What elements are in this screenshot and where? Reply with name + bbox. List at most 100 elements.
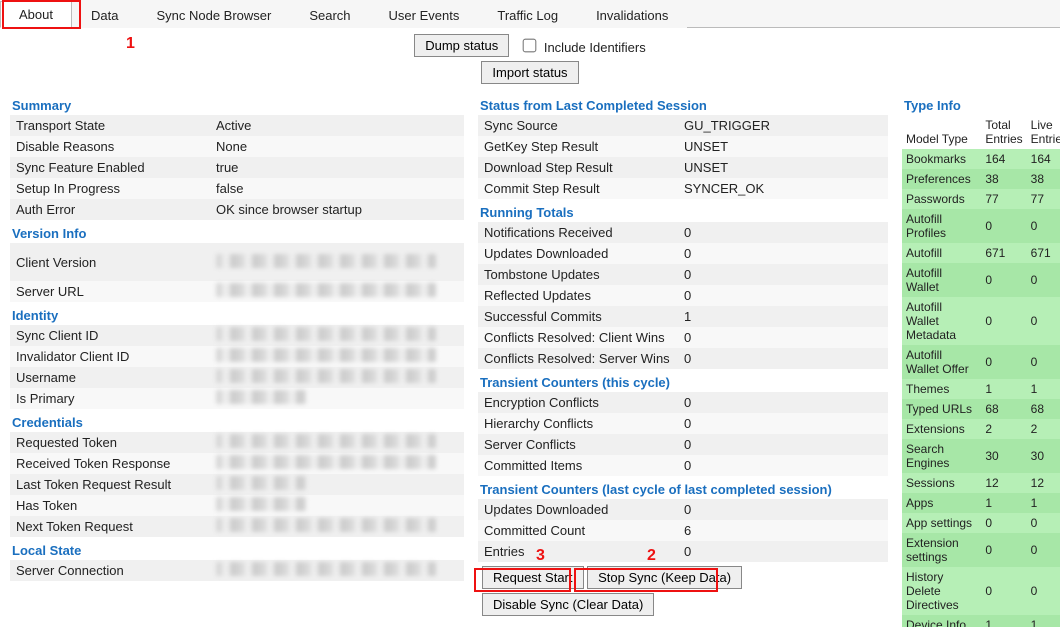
type-row: Passwords7777 bbox=[902, 189, 1060, 209]
kv-row: Successful Commits1 bbox=[478, 306, 888, 327]
kv-value bbox=[216, 390, 464, 407]
kv-row: Setup In Progressfalse bbox=[10, 178, 464, 199]
disable-sync-clear-data-button[interactable]: Disable Sync (Clear Data) bbox=[482, 593, 654, 616]
kv-value: None bbox=[216, 139, 464, 154]
include-identifiers-label[interactable]: Include Identifiers bbox=[519, 36, 646, 55]
kv-key: Username bbox=[16, 370, 216, 385]
kv-key: Sync Source bbox=[484, 118, 684, 133]
kv-key: Server Connection bbox=[16, 563, 216, 578]
redacted-value bbox=[216, 518, 436, 532]
tab-data[interactable]: Data bbox=[72, 2, 137, 28]
kv-key: Transport State bbox=[16, 118, 216, 133]
local-state-title: Local State bbox=[10, 537, 464, 560]
redacted-value bbox=[216, 254, 436, 268]
kv-value bbox=[216, 434, 464, 451]
kv-value bbox=[216, 562, 464, 579]
kv-key: Setup In Progress bbox=[16, 181, 216, 196]
type-cell: Extensions bbox=[902, 419, 981, 439]
kv-row: Updates Downloaded0 bbox=[478, 499, 888, 520]
tab-traffic-log[interactable]: Traffic Log bbox=[478, 2, 577, 28]
kv-row: Encryption Conflicts0 bbox=[478, 392, 888, 413]
kv-value: 0 bbox=[684, 458, 888, 473]
type-cell: 1 bbox=[981, 379, 1026, 399]
tab-search[interactable]: Search bbox=[290, 2, 369, 28]
kv-row: Has Token bbox=[10, 495, 464, 516]
annotation-box-1 bbox=[2, 0, 81, 29]
last-session-title: Status from Last Completed Session bbox=[478, 92, 888, 115]
kv-row: Committed Items0 bbox=[478, 455, 888, 476]
kv-value bbox=[216, 348, 464, 365]
tab-bar: AboutDataSync Node BrowserSearchUser Eve… bbox=[0, 0, 1060, 28]
redacted-value bbox=[216, 455, 436, 469]
kv-row: Server URL bbox=[10, 281, 464, 302]
import-status-button[interactable]: Import status bbox=[481, 61, 578, 84]
kv-value: 0 bbox=[684, 351, 888, 366]
kv-value: true bbox=[216, 160, 464, 175]
tab-invalidations[interactable]: Invalidations bbox=[577, 2, 687, 28]
kv-key: GetKey Step Result bbox=[484, 139, 684, 154]
kv-value: OK since browser startup bbox=[216, 202, 464, 217]
type-cell: 0 bbox=[1027, 513, 1060, 533]
kv-key: Tombstone Updates bbox=[484, 267, 684, 282]
type-cell: 0 bbox=[981, 513, 1026, 533]
type-cell: 164 bbox=[1027, 149, 1060, 169]
type-cell: 0 bbox=[1027, 297, 1060, 345]
include-identifiers-checkbox[interactable] bbox=[523, 39, 537, 53]
type-info-table: Model Type Total Entries Live Entries Bo… bbox=[902, 115, 1060, 627]
kv-key: Encryption Conflicts bbox=[484, 395, 684, 410]
type-row: Extensions22 bbox=[902, 419, 1060, 439]
kv-key: Requested Token bbox=[16, 435, 216, 450]
type-cell: Bookmarks bbox=[902, 149, 981, 169]
type-cell: Typed URLs bbox=[902, 399, 981, 419]
kv-value bbox=[216, 476, 464, 493]
type-cell: 0 bbox=[981, 533, 1026, 567]
type-row: History Delete Directives00 bbox=[902, 567, 1060, 615]
kv-value: 0 bbox=[684, 437, 888, 452]
type-row: Autofill671671 bbox=[902, 243, 1060, 263]
dump-status-button[interactable]: Dump status bbox=[414, 34, 509, 57]
tab-sync-node-browser[interactable]: Sync Node Browser bbox=[137, 2, 290, 28]
kv-value bbox=[216, 455, 464, 472]
kv-row: Received Token Response bbox=[10, 453, 464, 474]
kv-row: Notifications Received0 bbox=[478, 222, 888, 243]
annotation-num-2: 2 bbox=[647, 547, 656, 565]
kv-value bbox=[216, 283, 464, 300]
kv-key: Client Version bbox=[16, 255, 216, 270]
type-cell: 2 bbox=[981, 419, 1026, 439]
type-cell: Autofill bbox=[902, 243, 981, 263]
kv-value bbox=[216, 518, 464, 535]
type-cell: Themes bbox=[902, 379, 981, 399]
kv-row: Hierarchy Conflicts0 bbox=[478, 413, 888, 434]
type-cell: Autofill Wallet bbox=[902, 263, 981, 297]
redacted-value bbox=[216, 434, 436, 448]
kv-row: Username bbox=[10, 367, 464, 388]
kv-row: Invalidator Client ID bbox=[10, 346, 464, 367]
type-row: Autofill Wallet Offer00 bbox=[902, 345, 1060, 379]
th-total-entries: Total Entries bbox=[981, 115, 1026, 149]
type-cell: Search Engines bbox=[902, 439, 981, 473]
type-cell: Preferences bbox=[902, 169, 981, 189]
kv-value bbox=[216, 327, 464, 344]
redacted-value bbox=[216, 283, 436, 297]
type-row: Apps11 bbox=[902, 493, 1060, 513]
type-cell: 0 bbox=[1027, 533, 1060, 567]
kv-value: 0 bbox=[684, 330, 888, 345]
transient-last-title: Transient Counters (last cycle of last c… bbox=[478, 476, 888, 499]
kv-value: 0 bbox=[684, 267, 888, 282]
kv-key: Last Token Request Result bbox=[16, 477, 216, 492]
th-live-entries: Live Entries bbox=[1027, 115, 1060, 149]
th-model-type: Model Type bbox=[902, 115, 981, 149]
type-cell: 38 bbox=[981, 169, 1026, 189]
kv-key: Server Conflicts bbox=[484, 437, 684, 452]
kv-key: Disable Reasons bbox=[16, 139, 216, 154]
kv-row: Auth ErrorOK since browser startup bbox=[10, 199, 464, 220]
type-cell: 1 bbox=[981, 493, 1026, 513]
type-cell: 77 bbox=[1027, 189, 1060, 209]
kv-row: Is Primary bbox=[10, 388, 464, 409]
tab-user-events[interactable]: User Events bbox=[370, 2, 479, 28]
kv-key: Committed Count bbox=[484, 523, 684, 538]
kv-row: Server Conflicts0 bbox=[478, 434, 888, 455]
type-row: App settings00 bbox=[902, 513, 1060, 533]
type-cell: 77 bbox=[981, 189, 1026, 209]
identity-title: Identity bbox=[10, 302, 464, 325]
